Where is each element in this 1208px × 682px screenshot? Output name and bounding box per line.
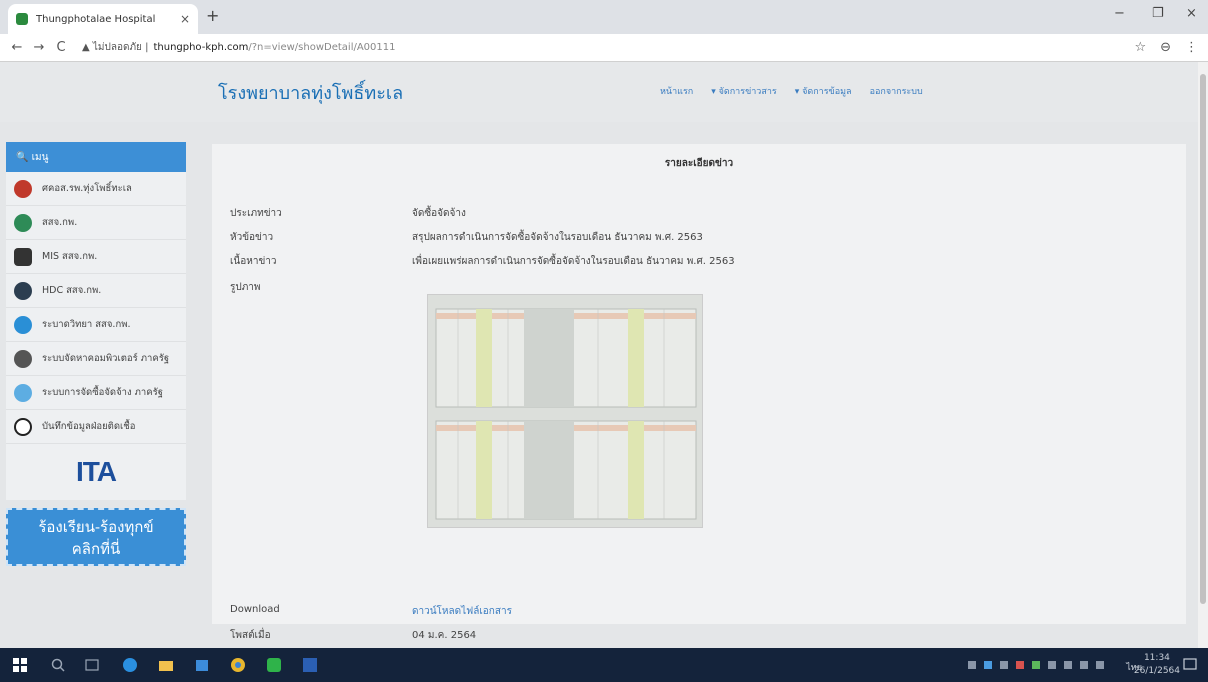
bookmark-star-icon[interactable]: ☆ [1134,40,1146,55]
site-header: โรงพยาบาลทุ่งโพธิ์ทะเล หน้าแรก ▾ จัดการข… [0,62,1198,122]
image-label: รูปภาพ [230,282,261,293]
site-title[interactable]: โรงพยาบาลทุ่งโพธิ์ทะเล [218,78,403,107]
browser-tab-bar: Thungphotalae Hospital × + − ❐ × [0,0,1208,34]
close-window-button[interactable]: × [1186,6,1197,21]
back-button[interactable]: ← [6,40,28,55]
windows-taskbar: ไทย 11:34 26/1/2564 [0,648,1208,682]
computer-procurement-logo-icon [14,349,32,368]
browser-tab[interactable]: Thungphotalae Hospital × [8,4,198,34]
nav-manage-news[interactable]: ▾ จัดการข่าวสาร [711,84,776,98]
sidebar-item-label: สสจ.กพ. [42,217,78,228]
sidebar-item-egp[interactable]: ระบบการจัดซื้อจัดจ้าง ภาครัฐ [6,376,186,410]
download-label: Download [230,604,280,615]
sidebar-item-mis[interactable]: MIS สสจ.กพ. [6,240,186,274]
file-explorer-icon[interactable] [158,657,174,673]
minimize-button[interactable]: − [1114,6,1125,21]
address-bar: ← → C ▲ ไม่ปลอดภัย | thungpho-kph.com/?n… [0,34,1208,62]
taskbar-clock[interactable]: 11:34 26/1/2564 [1134,652,1180,678]
sidebar-item-hdc[interactable]: HDC สสจ.กพ. [6,274,186,308]
type-label: ประเภทข่าว [230,208,282,219]
sidebar-item-label: บันทึกข้อมูลฝ่อยติดเชื้อ [42,421,136,432]
clock-time: 11:34 [1143,653,1170,663]
topic-value: สรุปผลการดำเนินการจัดซื้อจัดจ้างในรอบเดื… [412,232,703,243]
complaint-banner[interactable]: ร้องเรียน-ร้องทุกข์ คลิกที่นี่ [6,508,186,566]
type-value: จัดซื้อจัดจ้าง [412,208,466,219]
forward-button[interactable]: → [28,40,50,55]
reload-button[interactable]: C [50,40,72,55]
panel-heading-text: รายละเอียดข่าว [664,158,734,169]
mis-logo-icon [14,247,32,266]
word-icon[interactable] [302,657,318,673]
web-page: โรงพยาบาลทุ่งโพธิ์ทะเล หน้าแรก ▾ จัดการข… [0,62,1198,648]
clock-date: 26/1/2564 [1133,666,1180,676]
topic-label: หัวข้อข่าว [230,232,274,243]
system-tray-icons[interactable] [968,660,1148,670]
url-path: /?n=view/showDetail/A00111 [248,42,396,53]
sidebar-item-label: MIS สสจ.กพ. [42,251,98,262]
sidebar-item-label: HDC สสจ.กพ. [42,285,102,296]
browser-menu-icon[interactable]: ⋮ [1185,40,1198,55]
ministry-logo-icon [14,213,32,232]
biohazard-icon [14,417,32,436]
maximize-button[interactable]: ❐ [1152,6,1164,21]
nav-manage-data[interactable]: ▾ จัดการข้อมูล [795,84,852,98]
nav-logout[interactable]: ออกจากระบบ [870,84,923,98]
tab-close-icon[interactable]: × [180,12,190,26]
news-detail-panel: รายละเอียดข่าว ประเภทข่าว จัดซื้อจัดจ้าง… [212,144,1186,641]
tab-title: Thungphotalae Hospital [36,13,156,25]
windows-start-icon[interactable] [12,657,28,673]
news-document-image[interactable] [427,294,703,528]
page-scrollbar[interactable] [1198,62,1208,648]
epidemiology-logo-icon [14,315,32,334]
sidebar: 🔍 เมนู ศคอส.รพ.ทุ่งโพธิ์ทะเล สสจ.กพ. MIS… [6,142,186,566]
sidebar-item-computer-procurement[interactable]: ระบบจัดหาคอมพิวเตอร์ ภาครัฐ [6,342,186,376]
security-warning[interactable]: ▲ ไม่ปลอดภัย | [82,40,148,55]
download-link[interactable]: ดาวน์โหลดไฟล์เอกสาร [412,604,512,619]
nav-home[interactable]: หน้าแรก [660,84,693,98]
chrome-icon[interactable] [230,657,246,673]
panel-heading: รายละเอียดข่าว [212,156,1186,171]
sidebar-item-label: ระบบการจัดซื้อจัดจ้าง ภาครัฐ [42,387,163,398]
notification-icon[interactable] [1182,657,1198,673]
content-value: เพื่อเผยแพร่ผลการดำเนินการจัดซื้อจัดจ้าง… [412,256,735,267]
hdc-logo-icon [14,281,32,300]
sidebar-item-label: ระบาดวิทยา สสจ.กพ. [42,319,131,330]
edge-browser-icon[interactable] [122,657,138,673]
sidebar-item-kos[interactable]: ศคอส.รพ.ทุ่งโพธิ์ทะเล [6,172,186,206]
content-label: เนื้อหาข่าว [230,256,277,267]
document-scan-thumbnail [428,295,702,527]
url-field[interactable]: ▲ ไม่ปลอดภัย | thungpho-kph.com/?n=view/… [82,40,396,55]
sidebar-item-label: ศคอส.รพ.ทุ่งโพธิ์ทะเล [42,183,132,194]
scrollbar-thumb[interactable] [1200,74,1206,604]
sidebar-links: ศคอส.รพ.ทุ่งโพธิ์ทะเล สสจ.กพ. MIS สสจ.กพ… [6,172,186,500]
line-app-icon[interactable] [266,657,282,673]
task-view-icon[interactable] [84,657,100,673]
store-icon[interactable] [194,657,210,673]
sidebar-item-ssj[interactable]: สสจ.กพ. [6,206,186,240]
posted-value: 04 ม.ค. 2564 [412,630,477,641]
site-favicon-icon [16,13,28,25]
sidebar-item-epidemiology[interactable]: ระบาดวิทยา สสจ.กพ. [6,308,186,342]
sidebar-item-label: ระบบจัดหาคอมพิวเตอร์ ภาครัฐ [42,353,170,364]
complaint-line-1: ร้องเรียน-ร้องทุกข์ [38,518,154,536]
top-navigation: หน้าแรก ▾ จัดการข่าวสาร ▾ จัดการข้อมูล อ… [660,84,923,98]
egp-logo-icon [14,383,32,402]
sidebar-menu-header: 🔍 เมนู [6,142,186,172]
profile-icon[interactable]: ⊖ [1160,40,1171,55]
search-icon[interactable] [50,657,66,673]
sidebar-item-infection-record[interactable]: บันทึกข้อมูลฝ่อยติดเชื้อ [6,410,186,444]
posted-label: โพสต์เมื่อ [230,630,271,641]
url-host: thungpho-kph.com [153,42,249,53]
complaint-line-2: คลิกที่นี่ [71,540,121,558]
new-tab-button[interactable]: + [206,6,219,25]
hospital-logo-icon [14,179,32,198]
ita-logo[interactable]: ITA [6,444,186,500]
